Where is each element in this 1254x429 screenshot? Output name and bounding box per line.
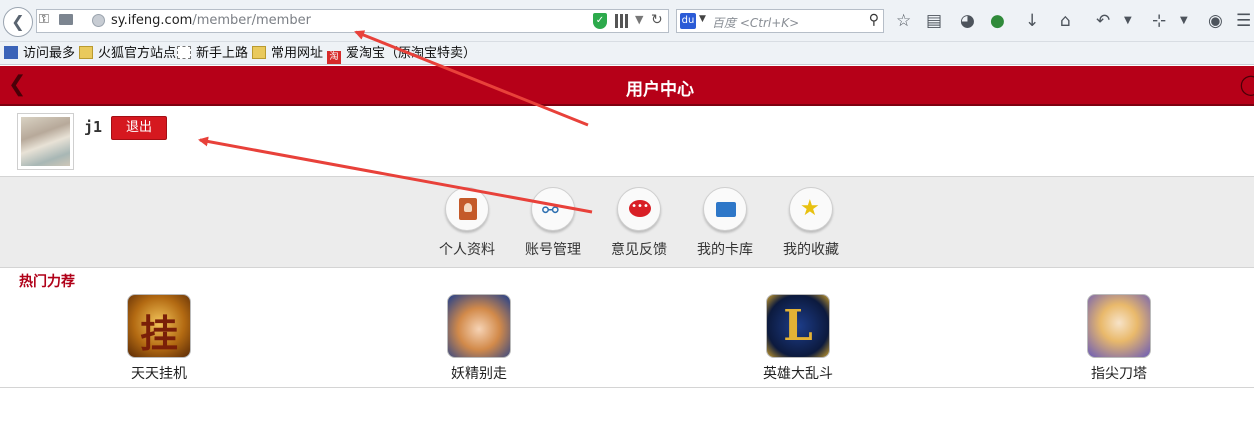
addon-shield-icon[interactable]: ●	[990, 11, 1005, 31]
menu-button[interactable]: •••	[617, 187, 661, 231]
baidu-icon[interactable]: du	[680, 13, 696, 29]
folder-icon	[252, 46, 266, 59]
bookmark-item[interactable]: 淘爱淘宝（原淘宝特卖）	[327, 45, 477, 64]
shield-icon[interactable]: ✓	[593, 13, 607, 29]
chevron-down-icon[interactable]: ▼	[1124, 11, 1132, 31]
address-bar[interactable]: ⚿ sy.ifeng.com/member/member ✓ ▼ ↻	[36, 9, 669, 33]
taobao-icon: 淘	[327, 51, 341, 64]
undo-icon[interactable]: ↶	[1096, 11, 1110, 31]
folder-icon	[79, 46, 93, 59]
game-icon[interactable]: L	[766, 294, 830, 358]
link-icon: ⚯	[542, 198, 559, 222]
download-icon[interactable]: ↓	[1025, 11, 1039, 31]
chevron-down-icon[interactable]: ▼	[1180, 11, 1188, 31]
menu-label: 个人资料	[439, 242, 495, 258]
menu-label: 我的收藏	[783, 242, 839, 258]
game-label[interactable]: 指尖刀塔	[1064, 363, 1174, 383]
game-icon[interactable]: 挂	[127, 294, 191, 358]
game-label[interactable]: 天天挂机	[104, 363, 214, 383]
username: j1	[84, 118, 103, 136]
menu-button[interactable]	[703, 187, 747, 231]
user-profile: j1 退出	[0, 108, 1254, 176]
avatar[interactable]	[17, 113, 74, 170]
menu-button[interactable]	[445, 187, 489, 231]
menu-button[interactable]: ★	[789, 187, 833, 231]
bookmark-label: 常用网址	[271, 46, 324, 61]
url-host: sy.ifeng.com	[111, 13, 193, 28]
home-icon[interactable]: ⌂	[1060, 11, 1071, 31]
game-icon[interactable]	[447, 294, 511, 358]
game-item[interactable]: L 英雄大乱斗	[743, 294, 853, 383]
bookmark-label: 爱淘宝（原淘宝特卖）	[346, 46, 477, 61]
search-engine-dropdown-icon[interactable]: ▼	[699, 14, 706, 24]
divider	[0, 387, 1254, 388]
page-header: ❮ 用户中心 ◯	[0, 66, 1254, 106]
page-title: 用户中心	[626, 80, 694, 100]
key-icon: ⚿	[39, 12, 49, 27]
header-right-icon[interactable]: ◯	[1240, 72, 1254, 96]
reading-list-icon[interactable]: ▤	[926, 11, 942, 31]
bookmark-item[interactable]: 常用网址	[252, 45, 323, 63]
menu-button[interactable]: ⚯	[531, 187, 575, 231]
bookmark-label: 火狐官方站点	[98, 46, 177, 61]
bookmark-item[interactable]: 火狐官方站点	[79, 45, 176, 63]
game-item[interactable]: 妖精别走	[424, 294, 534, 383]
game-item[interactable]: 指尖刀塔	[1064, 294, 1174, 383]
menu-label: 我的卡库	[697, 242, 753, 258]
back-button[interactable]: ❮	[3, 7, 33, 37]
profile-card-icon	[459, 198, 477, 220]
reload-icon[interactable]: ↻	[651, 12, 663, 28]
section-title: 热门力荐	[19, 274, 75, 290]
browser-toolbar: ❮ ⚿ sy.ifeng.com/member/member ✓ ▼ ↻ du …	[0, 0, 1254, 42]
bookmarks-bar: 访问最多 火狐官方站点 新手上路 常用网址 淘爱淘宝（原淘宝特卖）	[0, 42, 1254, 65]
game-item[interactable]: 挂 天天挂机	[104, 294, 214, 383]
chat-bubble-icon: •••	[629, 200, 651, 217]
avatar-image	[21, 117, 70, 166]
dropdown-arrow-icon[interactable]: ▼	[635, 13, 643, 26]
menu-item-account[interactable]: ⚯ 账号管理	[518, 187, 588, 259]
menu-label: 意见反馈	[611, 242, 667, 258]
browser-window: ❮ ⚿ sy.ifeng.com/member/member ✓ ▼ ↻ du …	[0, 0, 1254, 429]
globe-icon	[92, 14, 105, 27]
bookmark-item[interactable]: 新手上路	[177, 45, 248, 63]
menu-icon[interactable]: ☰	[1236, 11, 1251, 31]
game-badge: L	[783, 301, 813, 350]
logout-button[interactable]: 退出	[111, 116, 167, 140]
url-text[interactable]: sy.ifeng.com/member/member	[111, 13, 311, 28]
palette-icon[interactable]: ◕	[960, 11, 975, 31]
game-label[interactable]: 英雄大乱斗	[743, 363, 853, 383]
search-placeholder: 百度 <Ctrl+K>	[712, 16, 800, 30]
crop-icon[interactable]: ⊹	[1152, 11, 1166, 31]
search-bar[interactable]: du ▼ 百度 <Ctrl+K> ⚲	[676, 9, 884, 33]
bookmark-star-icon[interactable]: ☆	[896, 11, 911, 31]
bookmark-star-icon	[4, 46, 18, 59]
menu-item-favorites[interactable]: ★ 我的收藏	[776, 187, 846, 259]
qr-code-icon[interactable]	[615, 14, 629, 28]
game-badge: 挂	[139, 312, 178, 356]
search-icon[interactable]: ⚲	[869, 12, 879, 28]
menu-item-feedback[interactable]: ••• 意见反馈	[604, 187, 674, 259]
page-icon	[177, 46, 191, 59]
menu-label: 账号管理	[525, 242, 581, 258]
bookmark-item[interactable]: 访问最多	[4, 45, 75, 63]
folder-icon	[716, 202, 736, 217]
member-menu: 个人资料 ⚯ 账号管理 ••• 意见反馈 我的卡库 ★ 我的收藏	[0, 176, 1254, 268]
menu-item-profile[interactable]: 个人资料	[432, 187, 502, 259]
url-path: /member/member	[192, 13, 311, 28]
bookmark-label: 新手上路	[196, 46, 249, 61]
star-icon: ★	[800, 196, 820, 221]
chat-icon[interactable]: ◉	[1208, 11, 1223, 31]
folder-icon	[59, 14, 73, 25]
menu-item-cards[interactable]: 我的卡库	[690, 187, 760, 259]
game-label[interactable]: 妖精别走	[424, 363, 534, 383]
game-icon[interactable]	[1087, 294, 1151, 358]
bookmark-label: 访问最多	[23, 46, 76, 61]
